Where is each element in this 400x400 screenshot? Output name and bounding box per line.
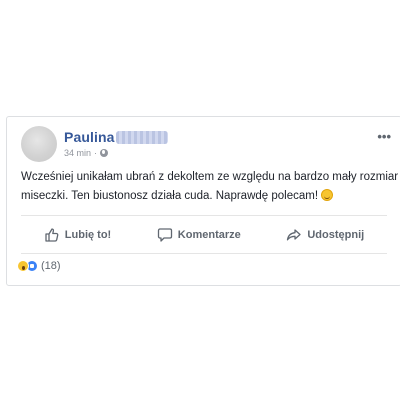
meta-separator: ·	[94, 148, 98, 158]
wow-reaction-icon	[17, 260, 29, 272]
post-text-line-2-wrapper: miseczki. Ten biustonosz działa cuda. Na…	[21, 187, 393, 206]
post-actions-bar: Lubię to! Komentarze Udostępnij	[21, 221, 387, 249]
comment-bubble-icon	[157, 228, 172, 242]
share-button[interactable]: Udostępnij	[286, 227, 364, 243]
share-label: Udostępnij	[307, 229, 365, 241]
author-avatar[interactable]	[21, 126, 57, 162]
laughing-emoji-icon	[321, 189, 334, 201]
comment-button[interactable]: Komentarze	[157, 227, 241, 243]
like-button[interactable]: Lubię to!	[44, 227, 111, 243]
facebook-post-card: Paulina 34 min · ••• Wcześniej unikałam …	[6, 116, 400, 286]
more-options-icon[interactable]: •••	[377, 129, 391, 144]
bottom-divider	[21, 253, 387, 254]
post-text-line-1: Wcześniej unikałam ubrań z dekoltem ze w…	[21, 171, 399, 183]
top-divider	[21, 215, 387, 216]
post-body: Wcześniej unikałam ubrań z dekoltem ze w…	[21, 168, 399, 206]
author-name-row: Paulina	[64, 128, 168, 146]
like-label: Lubię to!	[64, 229, 112, 241]
share-arrow-icon	[287, 229, 301, 241]
reaction-count: (18)	[41, 260, 61, 272]
author-name-link[interactable]: Paulina	[64, 129, 115, 145]
globe-icon[interactable]	[100, 149, 109, 157]
thumbs-up-icon	[45, 228, 59, 242]
post-text-line-2: miseczki. Ten biustonosz działa cuda. Na…	[21, 190, 319, 202]
blurred-surname	[115, 130, 168, 144]
post-timestamp[interactable]: 34 min	[64, 148, 91, 158]
reactions-summary[interactable]: (18)	[17, 260, 61, 272]
comment-label: Komentarze	[177, 229, 241, 241]
post-meta: 34 min ·	[64, 148, 109, 158]
